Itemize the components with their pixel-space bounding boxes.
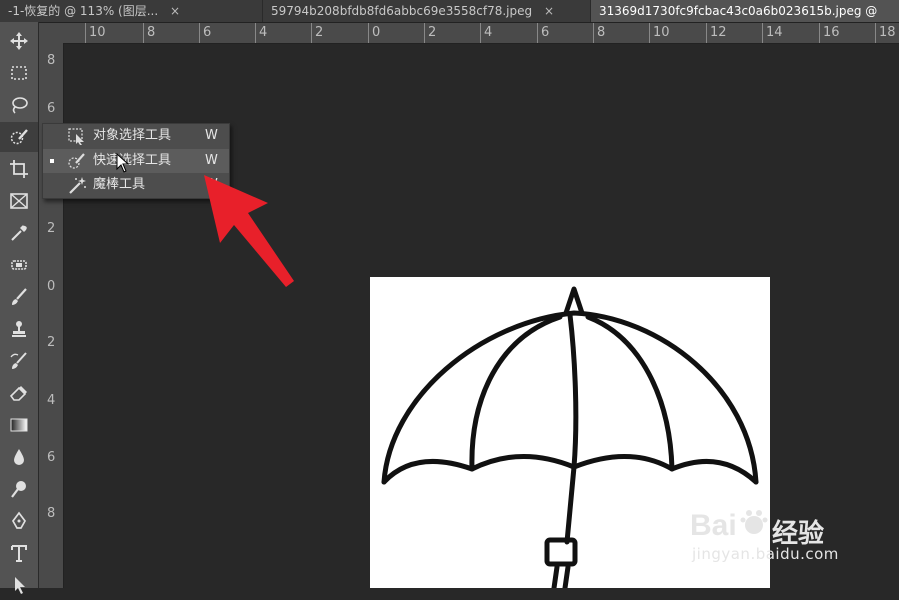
clone-stamp-tool[interactable]	[0, 314, 38, 344]
ruler-label: 14	[762, 23, 783, 43]
bandage-icon	[11, 260, 27, 270]
close-icon[interactable]: ×	[170, 4, 180, 18]
ruler-label: 8	[47, 506, 56, 521]
tab-label: 59794b208bfdb8fd6abbc69e3558cf78.jpeg	[271, 4, 533, 18]
tab-label: -1-恢复的 @ 113% (图层...	[8, 4, 159, 18]
ruler-label: 6	[536, 23, 550, 43]
type-icon	[11, 545, 27, 562]
ruler-label: 8	[592, 23, 606, 43]
brush-tool[interactable]	[0, 282, 38, 312]
spot-healing-tool[interactable]	[0, 250, 38, 280]
marquee-tool[interactable]	[0, 58, 38, 88]
baidu-jingyan-watermark: Bai 经验 jingyan.baidu.com	[690, 505, 890, 575]
ruler-label: 2	[310, 23, 324, 43]
menu-item-label: 魔棒工具	[93, 177, 146, 192]
dodge-tool[interactable]	[0, 474, 38, 504]
mouse-cursor-icon	[116, 153, 130, 173]
dodge-icon	[11, 481, 26, 498]
ruler-label: 6	[198, 23, 212, 43]
blur-tool[interactable]	[0, 442, 38, 472]
ruler-label: 0	[47, 279, 56, 294]
menu-item-label: 对象选择工具	[93, 128, 172, 143]
ruler-label: 18	[875, 23, 896, 43]
brush-icon	[12, 288, 27, 305]
lasso-tool[interactable]	[0, 90, 38, 120]
quick-selection-tool[interactable]	[0, 122, 38, 152]
object-selection-icon	[67, 127, 87, 145]
ruler-label: 2	[47, 221, 56, 236]
pen-icon	[11, 511, 27, 529]
lasso-icon	[12, 97, 28, 114]
ruler-label: 2	[423, 23, 437, 43]
gradient-tool[interactable]	[0, 410, 38, 440]
ruler-label: 4	[254, 23, 268, 43]
ruler-label: 8	[47, 53, 56, 68]
path-selection-tool[interactable]	[0, 570, 38, 600]
shortcut-label: W	[205, 128, 218, 143]
annotation-arrow-icon	[204, 175, 294, 287]
ruler-label: 4	[479, 23, 493, 43]
menu-item-label: 快速选择工具	[93, 153, 172, 168]
history-brush-tool[interactable]	[0, 346, 38, 376]
ruler-label: 6	[47, 450, 56, 465]
move-tool[interactable]	[0, 26, 38, 56]
ruler-label: 10	[649, 23, 670, 43]
history-brush-icon	[10, 352, 27, 369]
frame-tool[interactable]	[0, 186, 38, 216]
tab-label: 31369d1730fc9fcbac43c0a6b023615b.jpeg @	[599, 4, 878, 18]
frame-icon	[10, 193, 28, 209]
tab-jpeg-active[interactable]: 31369d1730fc9fcbac43c0a6b023615b.jpeg @	[590, 0, 899, 22]
svg-text:Bai: Bai	[690, 509, 737, 542]
tab-jpeg-1[interactable]: 59794b208bfdb8fd6abbc69e3558cf78.jpeg ×	[262, 0, 589, 22]
menu-item-object-selection[interactable]: 对象选择工具 W	[43, 124, 229, 148]
move-icon	[10, 32, 28, 50]
quick-selection-icon	[10, 129, 28, 145]
magic-wand-icon	[67, 176, 87, 194]
ruler-label: 8	[142, 23, 156, 43]
baidu-logo: Bai	[690, 509, 768, 542]
quick-selection-icon	[67, 152, 87, 170]
eraser-tool[interactable]	[0, 378, 38, 408]
ruler-label: 12	[706, 23, 727, 43]
tab-recovered-document[interactable]: -1-恢复的 @ 113% (图层... ×	[0, 0, 260, 22]
active-tool-indicator	[50, 159, 54, 163]
eraser-icon	[9, 386, 27, 401]
pen-tool[interactable]	[0, 506, 38, 536]
ruler-label: 2	[47, 335, 56, 350]
document-tab-bar: -1-恢复的 @ 113% (图层... × 59794b208bfdb8fd6…	[0, 0, 899, 23]
tools-panel	[0, 22, 39, 594]
eyedropper-tool[interactable]	[0, 218, 38, 248]
close-icon[interactable]: ×	[544, 4, 554, 18]
gradient-icon	[10, 418, 28, 432]
horizontal-ruler[interactable]: 10 8 6 4 2 0 2 4 6 8 10 12 14 16 18	[39, 23, 899, 44]
ruler-label: 4	[47, 393, 56, 408]
ruler-label: 10	[85, 23, 106, 43]
ruler-label: 16	[819, 23, 840, 43]
crop-icon	[10, 160, 28, 178]
rectangular-marquee-icon	[11, 66, 27, 80]
stamp-icon	[12, 321, 26, 337]
crop-tool[interactable]	[0, 154, 38, 184]
ruler-label: 6	[47, 101, 56, 116]
path-selection-icon	[15, 577, 25, 594]
ruler-label: 0	[367, 23, 381, 43]
type-tool[interactable]	[0, 538, 38, 568]
watermark-url: jingyan.baidu.com	[692, 545, 839, 563]
eyedropper-icon	[11, 225, 27, 241]
drop-icon	[14, 449, 24, 465]
